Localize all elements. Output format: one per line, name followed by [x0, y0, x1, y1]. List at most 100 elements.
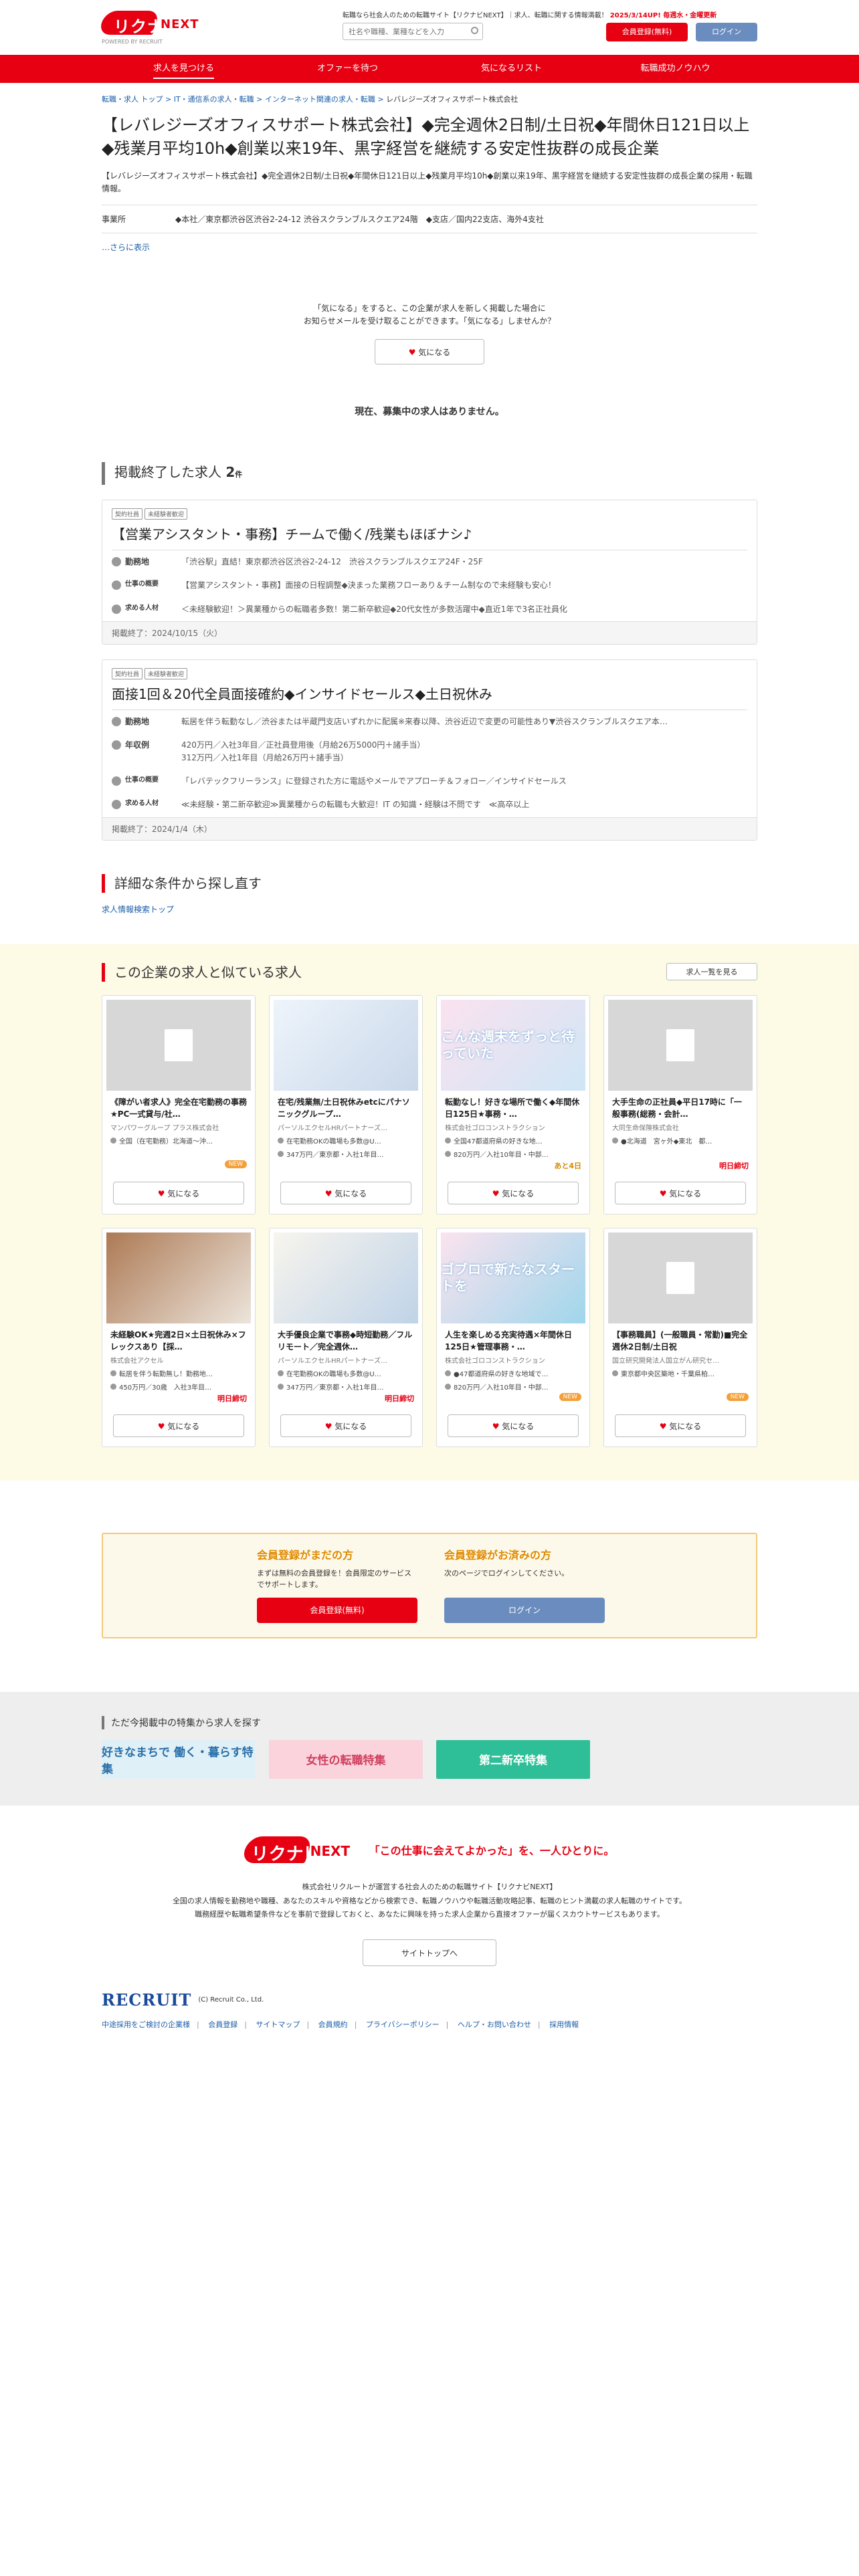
ended-job-card[interactable]: 契約社員 未経験者歓迎 面接1回＆20代全員面接確約◆インサイドセールス◆土日祝休… — [102, 659, 757, 841]
show-more-link[interactable]: …さらに表示 — [102, 241, 757, 253]
job-row-label: 年収例 — [125, 740, 150, 750]
similar-job-card[interactable]: こんな週末をずっと待っていた 転勤なし！好きな場所で働く◆年間休日125日★事務・… — [436, 994, 590, 1214]
footer-link[interactable]: ヘルプ・お問い合わせ — [458, 2020, 531, 2029]
member-register-button[interactable]: 会員登録(無料) — [257, 1597, 417, 1623]
job-title[interactable]: 【営業アシスタント・事務】チームで働く/残業もほぼナシ♪ — [112, 524, 747, 551]
office-value: ◆本社／東京都渋谷区渋谷2-24-12 渋谷スクランブルスクエア24階 ◆支店／… — [175, 214, 544, 224]
company-placeholder-image — [608, 1232, 753, 1323]
similar-job-card[interactable]: 在宅/残業無/土日祝休みetcにパナソニックグループ… パーソルエクセルHRパート… — [269, 994, 423, 1214]
card-salary: 820万円／入社10年目・中部… — [445, 1382, 581, 1392]
search-input[interactable] — [343, 23, 483, 40]
nav-find-jobs[interactable]: 求人を見つける — [102, 55, 266, 83]
login-button[interactable]: ログイン — [696, 23, 757, 41]
footer-logo[interactable]: リクナビ NEXT 「この仕事に会えてよかった」を、一人ひとりに。 — [240, 1835, 614, 1864]
card-favorite-button[interactable]: ♥ 気になる — [113, 1181, 244, 1204]
footer-link[interactable]: プライバシーポリシー — [366, 2020, 440, 2029]
location-pin-icon — [112, 557, 121, 567]
similar-job-card[interactable]: 大手優良企業で事務◆時短勤務／フルリモート／完全週休… パーソルエクセルHRパート… — [269, 1227, 423, 1447]
card-favorite-button[interactable]: ♥ 気になる — [615, 1181, 746, 1204]
yen-icon — [278, 1383, 284, 1390]
features-title: ただ今掲載中の特集から求人を探す — [102, 1715, 757, 1729]
search-icon[interactable] — [471, 27, 478, 34]
recruit-mark: RECRUIT — [102, 1990, 192, 2010]
breadcrumb-item[interactable]: IT・通信系の求人・転職 — [174, 95, 254, 104]
card-favorite-button[interactable]: ♥ 気になる — [448, 1181, 579, 1204]
footer-link[interactable]: 会員規約 — [318, 2020, 348, 2029]
job-row-key: 仕事の概要 — [112, 775, 181, 788]
footer-link[interactable]: 採用情報 — [549, 2020, 579, 2029]
similar-job-card[interactable]: 未経験OK★完週2日×土日祝休み×フレックスあり【採… 株式会社アクセル 転居を伴う… — [102, 1227, 256, 1447]
card-title[interactable]: 在宅/残業無/土日祝休みetcにパナソニックグループ… — [278, 1096, 414, 1120]
card-title[interactable]: 大手生命の正社員◆平日17時に「一般事務(総務・会計… — [612, 1096, 749, 1120]
similar-job-card[interactable]: 《障がい者求人》完全在宅勤務の事務★PC一式貸与/社… マンパワーグループ プラス… — [102, 994, 256, 1214]
card-location-text: 在宅勤務OKの職場も多数@U… — [286, 1370, 381, 1378]
building-icon — [165, 1029, 193, 1061]
briefcase-icon — [112, 580, 121, 591]
ended-date: 掲載終了：2024/1/4（木） — [102, 817, 757, 840]
logo-next-text: NEXT — [161, 17, 199, 31]
location-pin-icon — [112, 716, 121, 726]
card-favorite-label: 気になる — [502, 1421, 535, 1431]
nav-label: 転職成功ノウハウ — [640, 64, 710, 74]
card-favorite-button[interactable]: ♥ 気になる — [280, 1414, 411, 1437]
logo[interactable]: リクナビ NEXT POWERED BY RECRUIT — [98, 9, 219, 45]
footer-description: 株式会社リクルートが運営する社会人のための転職サイト【リクナビNEXT】 全国の… — [102, 1881, 757, 1923]
job-row-value: 「レバテックフリーランス」に登録された方に電話やメールでアプローチ＆フォロー／イ… — [181, 776, 567, 786]
yen-icon — [445, 1150, 451, 1157]
card-title[interactable]: 未経験OK★完週2日×土日祝休み×フレックスあり【採… — [110, 1329, 247, 1353]
view-all-jobs-button[interactable]: 求人一覧を見る — [666, 962, 757, 980]
heart-icon: ♥ — [408, 348, 416, 358]
copyright: (C) Recruit Co., Ltd. — [198, 1996, 264, 2004]
register-button[interactable]: 会員登録(無料) — [606, 23, 688, 41]
feature-banner-women[interactable]: 女性の転職特集 — [269, 1739, 423, 1779]
yen-icon — [278, 1150, 284, 1157]
nav-wait-offer[interactable]: オファーを待つ — [266, 55, 430, 83]
person-icon — [112, 604, 121, 614]
similar-job-card[interactable]: 大手生命の正社員◆平日17時に「一般事務(総務・会計… 大同生命保険株式会社 ●北海… — [603, 994, 757, 1214]
card-favorite-button[interactable]: ♥ 気になる — [280, 1181, 411, 1204]
card-title[interactable]: 大手優良企業で事務◆時短勤務／フルリモート／完全週休… — [278, 1329, 414, 1353]
job-row-value: 【営業アシスタント・事務】面接の日程調整◆決まった業務フローあり＆チーム制なので… — [181, 580, 556, 591]
card-favorite-button[interactable]: ♥ 気になる — [113, 1414, 244, 1437]
job-row-key: 仕事の概要 — [112, 579, 181, 592]
similar-grid: 《障がい者求人》完全在宅勤務の事務★PC一式貸与/社… マンパワーグループ プラス… — [102, 994, 757, 1447]
features-section: ただ今掲載中の特集から求人を探す 好きなまちで 働く・暮らす特集 女性の転職特集… — [0, 1691, 859, 1806]
ended-date: 掲載終了：2024/10/15（火） — [102, 621, 757, 644]
heart-icon: ♥ — [157, 1421, 168, 1431]
recruit-logo[interactable]: RECRUIT (C) Recruit Co., Ltd. — [102, 1990, 757, 2010]
card-location: 全国47都道府県の好きな地… — [445, 1136, 581, 1146]
favorite-button[interactable]: ♥ 気になる — [375, 339, 484, 365]
card-favorite-button[interactable]: ♥ 気になる — [615, 1414, 746, 1437]
job-row-key: 求める人材 — [112, 798, 181, 811]
feature-banner-town[interactable]: 好きなまちで 働く・暮らす特集 — [102, 1739, 256, 1779]
job-row-value: ≪未経験・第二新卒歓迎≫異業種からの転職も大歓迎！IT の知識・経験は不問です … — [181, 800, 530, 810]
similar-job-card[interactable]: 【事務職員】(一般職員・常勤)■完全週休2日制/土日祝 国立研究開発法人国立がん研… — [603, 1227, 757, 1447]
breadcrumb-item[interactable]: インターネット関連の求人・転職 — [265, 95, 375, 104]
card-favorite-label: 気になる — [669, 1188, 702, 1198]
card-location-text: 東京都中央区築地・千葉県柏… — [621, 1370, 714, 1378]
card-title[interactable]: 《障がい者求人》完全在宅勤務の事務★PC一式貸与/社… — [110, 1096, 247, 1120]
site-top-button[interactable]: サイトトップへ — [363, 1939, 496, 1967]
job-row-label: 仕事の概要 — [125, 776, 159, 784]
ended-job-card[interactable]: 契約社員 未経験者歓迎 【営業アシスタント・事務】チームで働く/残業もほぼナシ♪ … — [102, 500, 757, 645]
feature-banner-second-grad[interactable]: 第二新卒特集 — [436, 1739, 590, 1779]
card-title[interactable]: 【事務職員】(一般職員・常勤)■完全週休2日制/土日祝 — [612, 1329, 749, 1353]
nav-favorites[interactable]: 気になるリスト — [430, 55, 593, 83]
member-login-button[interactable]: ログイン — [444, 1598, 605, 1624]
location-pin-icon — [612, 1370, 618, 1376]
job-row-key — [112, 752, 181, 764]
similar-job-card[interactable]: ゴブロで新たなスタートを 人生を楽しめる充実待遇×年間休日125日★管理事務・… 株… — [436, 1227, 590, 1447]
job-photo — [106, 1232, 251, 1323]
card-badge: 明日締切 — [719, 1161, 749, 1170]
footer-link[interactable]: サイトマップ — [256, 2020, 300, 2029]
nav-knowhow[interactable]: 転職成功ノウハウ — [593, 55, 757, 83]
search-top-link[interactable]: 求人情報検索トップ — [102, 903, 757, 915]
card-title[interactable]: 転勤なし！好きな場所で働く◆年間休日125日★事務・… — [445, 1096, 581, 1120]
card-favorite-button[interactable]: ♥ 気になる — [448, 1414, 579, 1437]
breadcrumb-item[interactable]: 転職・求人 トップ — [102, 95, 163, 104]
footer-link[interactable]: 会員登録 — [208, 2020, 237, 2029]
card-title[interactable]: 人生を楽しめる充実待遇×年間休日125日★管理事務・… — [445, 1329, 581, 1353]
job-title[interactable]: 面接1回＆20代全員面接確約◆インサイドセールス◆土日祝休み — [112, 683, 747, 710]
footer-link[interactable]: 中途採用をご検討の企業様 — [102, 2020, 190, 2029]
building-icon — [666, 1261, 694, 1294]
